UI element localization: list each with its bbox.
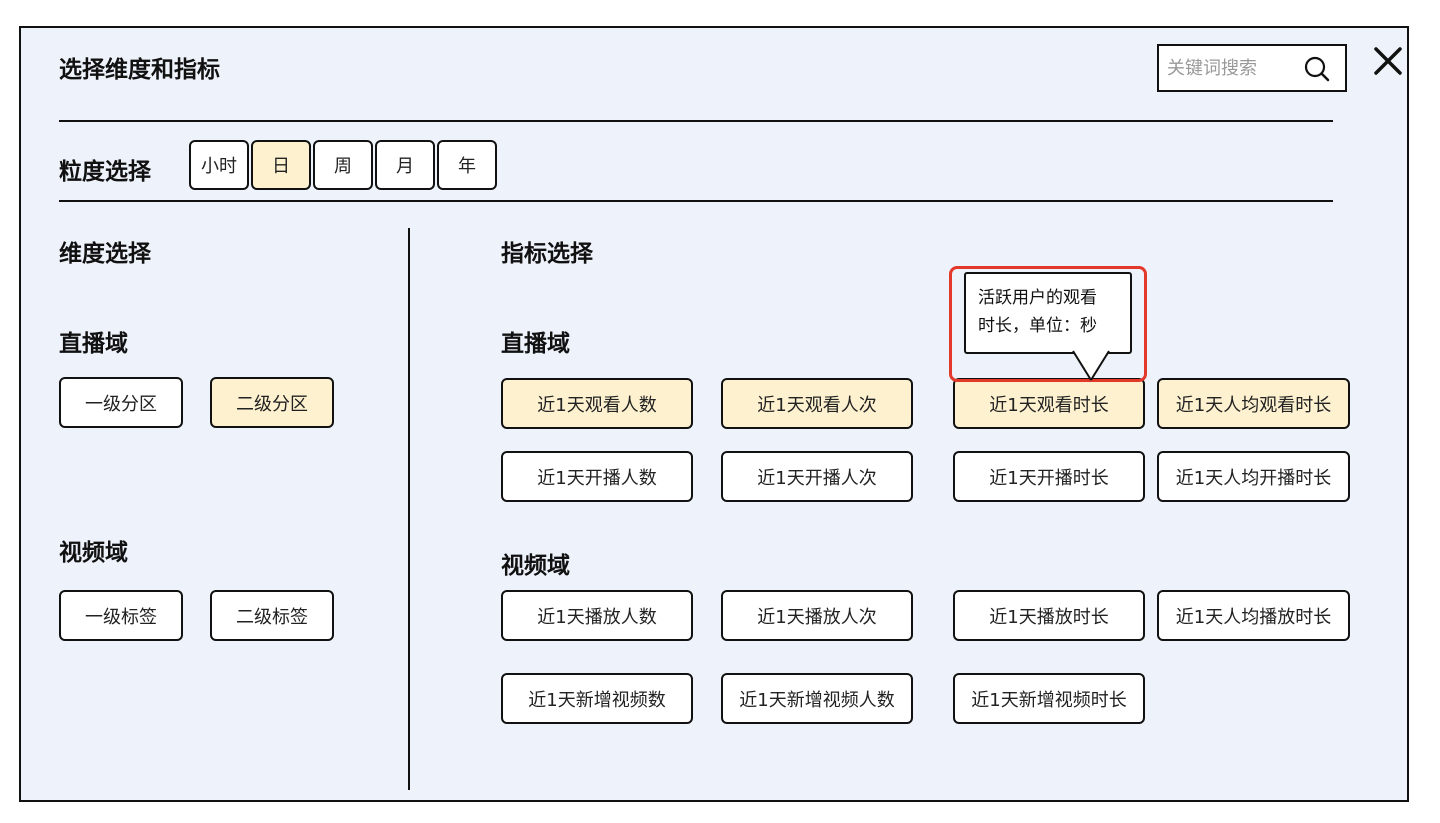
metric-live-option-4[interactable]: 近1天人均观看时长: [1157, 378, 1350, 429]
metric-live-option-8[interactable]: 近1天人均开播时长: [1157, 451, 1350, 502]
close-icon[interactable]: [1371, 44, 1405, 78]
granularity-label: 粒度选择: [59, 159, 151, 185]
metric-live-option-1[interactable]: 近1天观看人数: [501, 378, 693, 429]
metric-video-option-4[interactable]: 近1天人均播放时长: [1157, 590, 1350, 641]
metric-live-option-7[interactable]: 近1天开播时长: [953, 451, 1145, 502]
select-dimensions-metrics-dialog: 选择维度和指标 粒度选择 小时日周月年 维度选择 直播域 一级分区二级分区 视频…: [19, 26, 1409, 802]
metric-live-option-3[interactable]: 近1天观看时长: [953, 378, 1145, 429]
vertical-divider: [408, 228, 410, 790]
metric-live-label: 直播域: [501, 331, 570, 357]
granularity-option-1[interactable]: 小时: [189, 140, 249, 190]
metric-video-label: 视频域: [501, 553, 570, 579]
metric-video-option-1[interactable]: 近1天播放人数: [501, 590, 693, 641]
dimension-section-title: 维度选择: [59, 241, 151, 267]
dimension-video-label: 视频域: [59, 540, 128, 566]
search-input[interactable]: [1165, 56, 1299, 80]
divider-top: [59, 120, 1333, 122]
tooltip-line-1: 活跃用户的观看: [978, 288, 1097, 308]
metric-live-option-2[interactable]: 近1天观看人次: [721, 378, 913, 429]
divider-middle: [59, 200, 1333, 202]
metric-video-option-7[interactable]: 近1天新增视频时长: [953, 673, 1145, 724]
dimension-live-label: 直播域: [59, 331, 128, 357]
metric-video-option-5[interactable]: 近1天新增视频数: [501, 673, 693, 724]
metric-tooltip: 活跃用户的观看 时长，单位：秒: [964, 272, 1132, 354]
dimension-video-option-2[interactable]: 二级标签: [210, 590, 334, 641]
metric-video-option-6[interactable]: 近1天新增视频人数: [721, 673, 913, 724]
search-icon[interactable]: [1303, 55, 1331, 83]
dimension-video-option-1[interactable]: 一级标签: [59, 590, 183, 641]
search-box[interactable]: [1157, 44, 1347, 92]
metric-section-title: 指标选择: [501, 241, 593, 267]
tooltip-line-2: 时长，单位：秒: [978, 316, 1097, 336]
metric-video-option-2[interactable]: 近1天播放人次: [721, 590, 913, 641]
metric-live-option-5[interactable]: 近1天开播人数: [501, 451, 693, 502]
metric-video-option-3[interactable]: 近1天播放时长: [953, 590, 1145, 641]
dimension-live-option-2[interactable]: 二级分区: [210, 377, 334, 428]
granularity-option-3[interactable]: 周: [313, 140, 373, 190]
granularity-option-5[interactable]: 年: [437, 140, 497, 190]
dimension-live-option-1[interactable]: 一级分区: [59, 377, 183, 428]
granularity-option-4[interactable]: 月: [375, 140, 435, 190]
metric-live-option-6[interactable]: 近1天开播人次: [721, 451, 913, 502]
granularity-option-2[interactable]: 日: [251, 140, 311, 190]
tooltip-pointer: [1072, 350, 1110, 381]
dialog-title: 选择维度和指标: [59, 57, 220, 83]
